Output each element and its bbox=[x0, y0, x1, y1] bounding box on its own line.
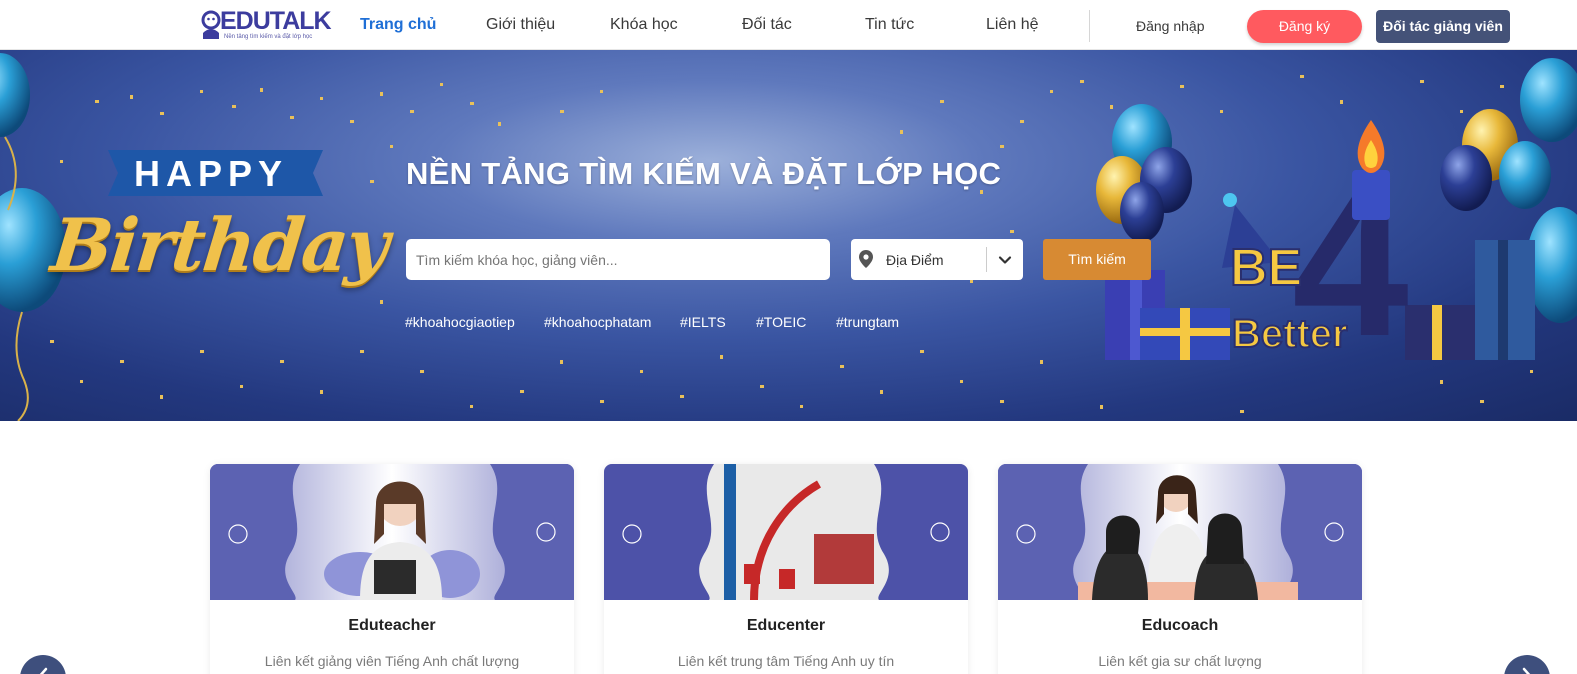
site-header: EDUTALK Nền tảng tìm kiếm và đặt lớp học… bbox=[0, 0, 1577, 50]
card-title: Educoach bbox=[1141, 617, 1219, 634]
card-image bbox=[210, 464, 574, 600]
nav-divider bbox=[1089, 10, 1090, 42]
hashtag-link[interactable]: #TOEIC bbox=[756, 314, 806, 330]
hashtag-link[interactable]: #trungtam bbox=[836, 314, 899, 330]
chevron-left-icon bbox=[39, 667, 48, 674]
register-button[interactable]: Đăng ký bbox=[1247, 10, 1362, 43]
card-educenter[interactable]: Educenter Liên kết trung tâm Tiếng Anh u… bbox=[604, 464, 968, 674]
nav-courses[interactable]: Khóa học bbox=[610, 15, 678, 35]
hashtag-link[interactable]: #khoahocgiaotiep bbox=[405, 314, 515, 330]
nav-about[interactable]: Giới thiệu bbox=[486, 15, 555, 35]
card-image bbox=[998, 464, 1362, 600]
card-description: Liên kết trung tâm Tiếng Anh uy tín bbox=[677, 653, 895, 669]
location-pin-icon bbox=[859, 250, 873, 268]
carousel-next-button[interactable] bbox=[1504, 655, 1550, 674]
nav-news[interactable]: Tin tức bbox=[865, 15, 914, 35]
banner-birthday-text: Birthday bbox=[47, 202, 392, 287]
partner-instructor-button[interactable]: Đối tác giảng viên bbox=[1376, 10, 1510, 43]
card-image bbox=[604, 464, 968, 600]
card-description: Liên kết giảng viên Tiếng Anh chất lượng bbox=[264, 653, 520, 669]
card-description: Liên kết gia sư chất lượng bbox=[1098, 653, 1262, 669]
card-educoach[interactable]: Educoach Liên kết gia sư chất lượng bbox=[998, 464, 1362, 674]
chevron-down-icon bbox=[998, 256, 1012, 264]
hero-banner: 4 HAPPY Birthday BE Better NỀN TẢNG TÌM … bbox=[0, 50, 1577, 421]
nav-contact[interactable]: Liên hệ bbox=[986, 15, 1039, 35]
location-label: Địa Điểm bbox=[886, 252, 944, 268]
nav-home[interactable]: Trang chủ bbox=[360, 15, 436, 35]
logo-tagline: Nền tảng tìm kiếm và đặt lớp học bbox=[224, 34, 313, 40]
hashtag-link[interactable]: #IELTS bbox=[680, 314, 726, 330]
carousel-prev-button[interactable] bbox=[20, 655, 66, 674]
chevron-right-icon bbox=[1522, 667, 1531, 674]
logo-mascot-icon bbox=[201, 10, 221, 39]
logo-wordmark: EDUTALK bbox=[220, 7, 332, 35]
location-separator bbox=[986, 247, 987, 272]
banner-better-text: Better bbox=[1231, 311, 1349, 357]
banner-be-text: BE bbox=[1229, 239, 1303, 297]
login-link[interactable]: Đăng nhập bbox=[1136, 17, 1205, 35]
card-title: Educenter bbox=[746, 617, 826, 634]
edutalk-logo[interactable]: EDUTALK Nền tảng tìm kiếm và đặt lớp học bbox=[200, 7, 332, 43]
card-title: Eduteacher bbox=[348, 617, 436, 634]
location-select[interactable]: Địa Điểm bbox=[851, 239, 1023, 280]
search-button[interactable]: Tìm kiếm bbox=[1043, 239, 1151, 280]
card-eduteacher[interactable]: Eduteacher Liên kết giảng viên Tiếng Anh… bbox=[210, 464, 574, 674]
hero-title: NỀN TẢNG TÌM KIẾM VÀ ĐẶT LỚP HỌC bbox=[406, 156, 1002, 191]
hashtag-link[interactable]: #khoahocphatam bbox=[544, 314, 651, 330]
nav-partners[interactable]: Đối tác bbox=[742, 15, 792, 35]
search-input[interactable] bbox=[406, 239, 830, 280]
banner-happy-text: HAPPY bbox=[134, 153, 289, 194]
